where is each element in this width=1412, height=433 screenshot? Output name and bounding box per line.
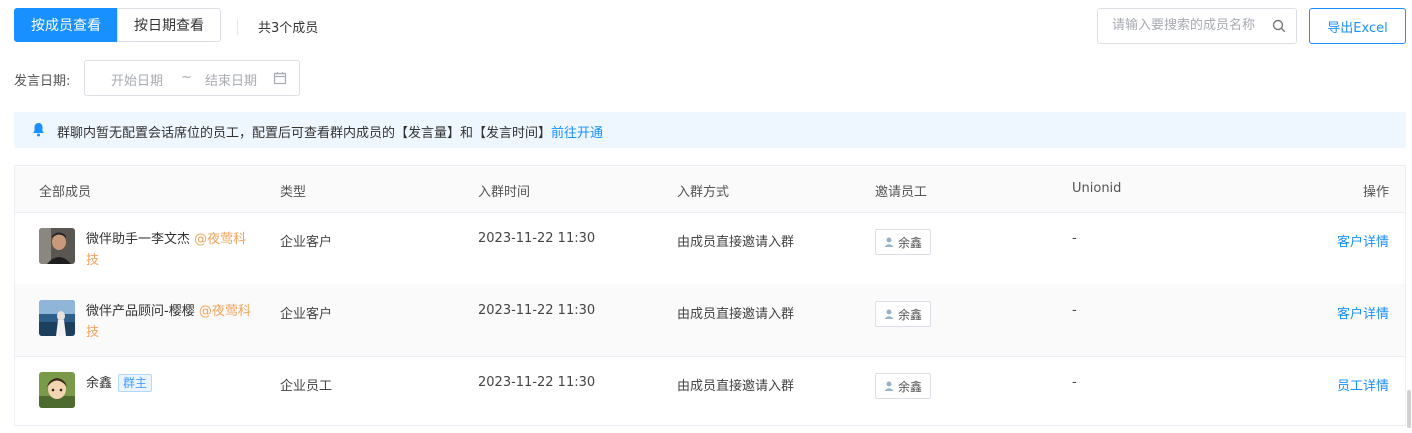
member-name: 微伴助手一李文杰 @夜莺科技: [86, 229, 256, 271]
page-scrollbar[interactable]: [1407, 390, 1411, 428]
inviter-name: 余鑫: [897, 307, 922, 322]
inviter-name: 余鑫: [897, 235, 922, 250]
column-header-unionid: Unionid: [1072, 181, 1122, 196]
member-name: 余鑫 群主: [86, 373, 256, 394]
calendar-icon[interactable]: [273, 71, 287, 89]
member-type: 企业客户: [280, 235, 333, 250]
inviter-tag[interactable]: 余鑫: [875, 373, 931, 399]
table-row: 余鑫 群主 企业员工 2023-11-22 11:30 由成员直接邀请入群 余鑫 …: [15, 356, 1405, 428]
toolbar-divider: [237, 19, 238, 35]
join-method: 由成员直接邀请入群: [677, 235, 795, 250]
search-icon[interactable]: [1272, 19, 1286, 37]
member-type: 企业客户: [280, 307, 333, 322]
notice-banner: 群聊内暂无配置会话席位的员工，配置后可查看群内成员的【发言量】和【发言时间】前往…: [14, 112, 1406, 148]
table-row: 微伴助手一李文杰 @夜莺科技 企业客户 2023-11-22 11:30 由成员…: [15, 212, 1405, 285]
join-method: 由成员直接邀请入群: [677, 379, 795, 394]
user-icon: [884, 309, 894, 319]
user-icon: [884, 381, 894, 391]
avatar: [39, 228, 75, 264]
member-name-text: 微伴产品顾问-樱樱: [86, 304, 195, 319]
column-header-inviter: 邀请员工: [875, 185, 928, 200]
column-header-members: 全部成员: [39, 185, 92, 200]
inviter-name: 余鑫: [897, 379, 922, 394]
member-name-text: 余鑫: [86, 376, 113, 391]
join-time: 2023-11-22 11:30: [478, 375, 596, 390]
employee-details-link[interactable]: 员工详情: [1337, 375, 1389, 394]
export-excel-button[interactable]: 导出Excel: [1309, 8, 1406, 44]
bell-icon: [32, 122, 45, 141]
customer-details-link[interactable]: 客户详情: [1337, 231, 1389, 250]
join-method: 由成员直接邀请入群: [677, 307, 795, 322]
view-by-date-button[interactable]: 按日期查看: [117, 8, 221, 42]
unionid: -: [1072, 375, 1077, 390]
member-name-text: 微伴助手一李文杰: [86, 232, 191, 247]
member-name: 微伴产品顾问-樱樱 @夜莺科技: [86, 301, 256, 343]
avatar: [39, 372, 75, 408]
start-date-input[interactable]: 开始日期: [111, 70, 163, 89]
end-date-input[interactable]: 结束日期: [205, 70, 257, 89]
unionid: -: [1072, 231, 1077, 246]
notice-text: 群聊内暂无配置会话席位的员工，配置后可查看群内成员的【发言量】和【发言时间】: [57, 126, 552, 141]
inviter-tag[interactable]: 余鑫: [875, 229, 931, 255]
date-separator: ~: [181, 70, 192, 85]
inviter-tag[interactable]: 余鑫: [875, 301, 931, 327]
search-box[interactable]: [1097, 8, 1297, 44]
table-row: 微伴产品顾问-樱樱 @夜莺科技 企业客户 2023-11-22 11:30 由成…: [15, 284, 1405, 357]
user-icon: [884, 237, 894, 247]
view-by-member-button[interactable]: 按成员查看: [14, 8, 118, 42]
table-header: 全部成员 类型 入群时间 入群方式 邀请员工 Unionid 操作: [15, 166, 1405, 213]
owner-badge: 群主: [118, 374, 153, 392]
member-type: 企业员工: [280, 379, 333, 394]
column-header-join-method: 入群方式: [677, 185, 730, 200]
avatar: [39, 300, 75, 336]
join-time: 2023-11-22 11:30: [478, 303, 596, 318]
column-header-actions: 操作: [1362, 185, 1389, 200]
notice-open-link[interactable]: 前往开通: [551, 126, 603, 141]
column-header-type: 类型: [280, 185, 307, 200]
customer-details-link[interactable]: 客户详情: [1337, 303, 1389, 322]
members-table: 全部成员 类型 入群时间 入群方式 邀请员工 Unionid 操作 微伴助手一李…: [14, 165, 1406, 426]
unionid: -: [1072, 303, 1077, 318]
date-filter-label: 发言日期:: [14, 74, 71, 89]
join-time: 2023-11-22 11:30: [478, 231, 596, 246]
date-range-picker[interactable]: 开始日期 ~ 结束日期: [84, 60, 300, 96]
column-header-join-time: 入群时间: [478, 185, 531, 200]
member-count: 共3个成员: [258, 21, 319, 36]
search-input[interactable]: [1110, 17, 1274, 34]
